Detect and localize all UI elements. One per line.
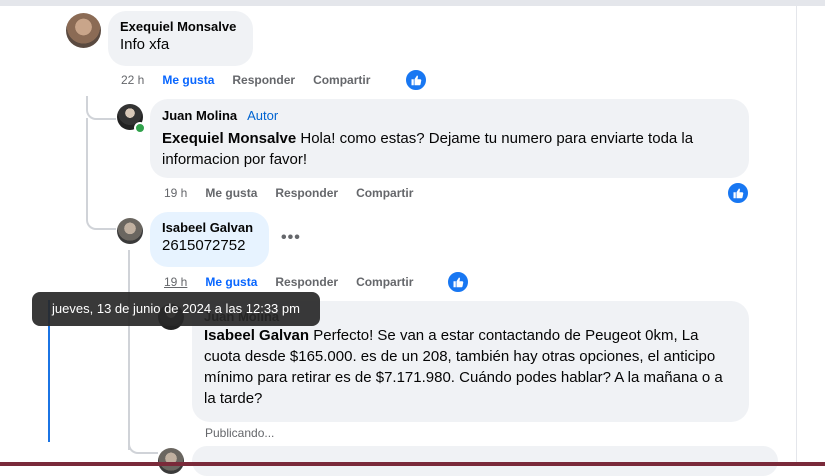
comment-bubble: Exequiel Monsalve Info xfa (108, 11, 253, 66)
comment-bubble: Isabeel Galvan 2615072752 (150, 212, 269, 267)
mention-link[interactable]: Exequiel Monsalve (162, 130, 296, 147)
like-thumb-icon[interactable] (446, 270, 470, 294)
reply-button[interactable]: Responder (275, 186, 338, 200)
comment-text: Exequiel Monsalve Hola! como estas? Deja… (162, 128, 737, 170)
share-button[interactable]: Compartir (356, 186, 413, 200)
thread-connector (128, 438, 158, 454)
share-button[interactable]: Compartir (356, 275, 413, 289)
timestamp-link[interactable]: 22 h (121, 73, 144, 87)
like-button[interactable]: Me gusta (205, 186, 257, 200)
thread-connector (86, 200, 116, 230)
comment-text: 2615072752 (162, 237, 246, 254)
comment-text: Info xfa (120, 36, 170, 53)
comment-actions: 22 h Me gusta Responder Compartir (121, 73, 388, 87)
thread-line (128, 250, 130, 450)
thread-line (86, 118, 88, 208)
comment-author[interactable]: Isabeel Galvan (162, 220, 257, 235)
comment-bubble: Juan Molina Autor Exequiel Monsalve Hola!… (150, 99, 749, 178)
timestamp-link[interactable]: 19 h (164, 275, 187, 289)
reply-button[interactable]: Responder (232, 73, 295, 87)
timestamp-tooltip: jueves, 13 de junio de 2024 a las 12:33 … (32, 292, 320, 326)
timestamp-link[interactable]: 19 h (164, 186, 187, 200)
avatar[interactable] (158, 448, 184, 474)
like-thumb-icon[interactable] (726, 181, 750, 205)
like-button[interactable]: Me gusta (162, 73, 214, 87)
reply-button[interactable]: Responder (275, 275, 338, 289)
share-button[interactable]: Compartir (313, 73, 370, 87)
publishing-status: Publicando... (205, 426, 275, 440)
comment-actions: 19 h Me gusta Responder Compartir (164, 275, 431, 289)
online-status-icon (134, 122, 146, 134)
mention-link[interactable]: Isabeel Galvan (204, 327, 309, 344)
comment-actions: 19 h Me gusta Responder Compartir (164, 186, 431, 200)
panel-border (796, 0, 797, 466)
bottom-bar (0, 462, 825, 466)
comment-author[interactable]: Juan Molina (162, 108, 237, 123)
avatar[interactable] (66, 13, 101, 48)
author-badge: Autor (247, 108, 279, 123)
avatar[interactable] (117, 218, 143, 244)
like-button[interactable]: Me gusta (205, 275, 257, 289)
comment-author[interactable]: Exequiel Monsalve (120, 19, 241, 34)
top-frame (0, 0, 825, 6)
comment-text: Isabeel Galvan Perfecto! Se van a estar … (204, 325, 737, 409)
like-thumb-icon[interactable] (404, 68, 428, 92)
thread-connector (86, 96, 116, 120)
more-options-icon[interactable]: ••• (281, 229, 301, 247)
reply-input-box[interactable] (192, 446, 778, 476)
